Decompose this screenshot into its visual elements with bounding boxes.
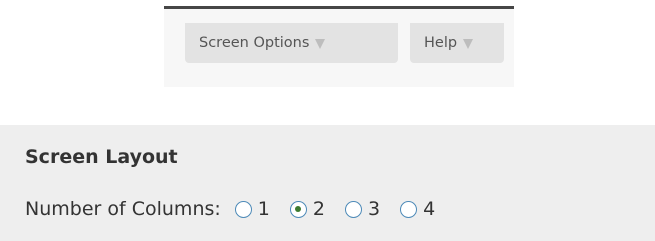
column-option-3[interactable]: 3 xyxy=(344,198,381,220)
screen-options-button[interactable]: Screen Options xyxy=(185,23,398,63)
radio-label: 3 xyxy=(367,198,381,220)
screen-options-label: Screen Options xyxy=(199,35,310,51)
columns-label: Number of Columns: xyxy=(25,198,221,220)
column-option-1[interactable]: 1 xyxy=(234,198,270,220)
page: Screen Options Help Screen Layout Number… xyxy=(0,0,655,241)
screen-layout-panel: Screen Layout Number of Columns: 1 2 3 4 xyxy=(0,125,655,241)
help-button[interactable]: Help xyxy=(410,23,504,63)
column-option-2[interactable]: 2 xyxy=(289,198,325,220)
columns-row: Number of Columns: 1 2 3 4 xyxy=(25,194,455,224)
panel-title: Screen Layout xyxy=(25,146,178,168)
radio-button[interactable] xyxy=(289,200,307,218)
radio-button[interactable] xyxy=(234,200,252,218)
radio-button[interactable] xyxy=(400,200,418,218)
radio-button[interactable] xyxy=(344,200,362,218)
screen-meta-links: Screen Options Help xyxy=(164,6,514,87)
radio-label: 4 xyxy=(423,198,436,220)
radio-label: 2 xyxy=(312,198,325,220)
triangle-down-icon xyxy=(463,39,474,49)
column-option-4[interactable]: 4 xyxy=(400,198,435,220)
triangle-down-icon xyxy=(315,39,326,49)
help-label: Help xyxy=(424,35,458,51)
radio-label: 1 xyxy=(257,198,270,220)
